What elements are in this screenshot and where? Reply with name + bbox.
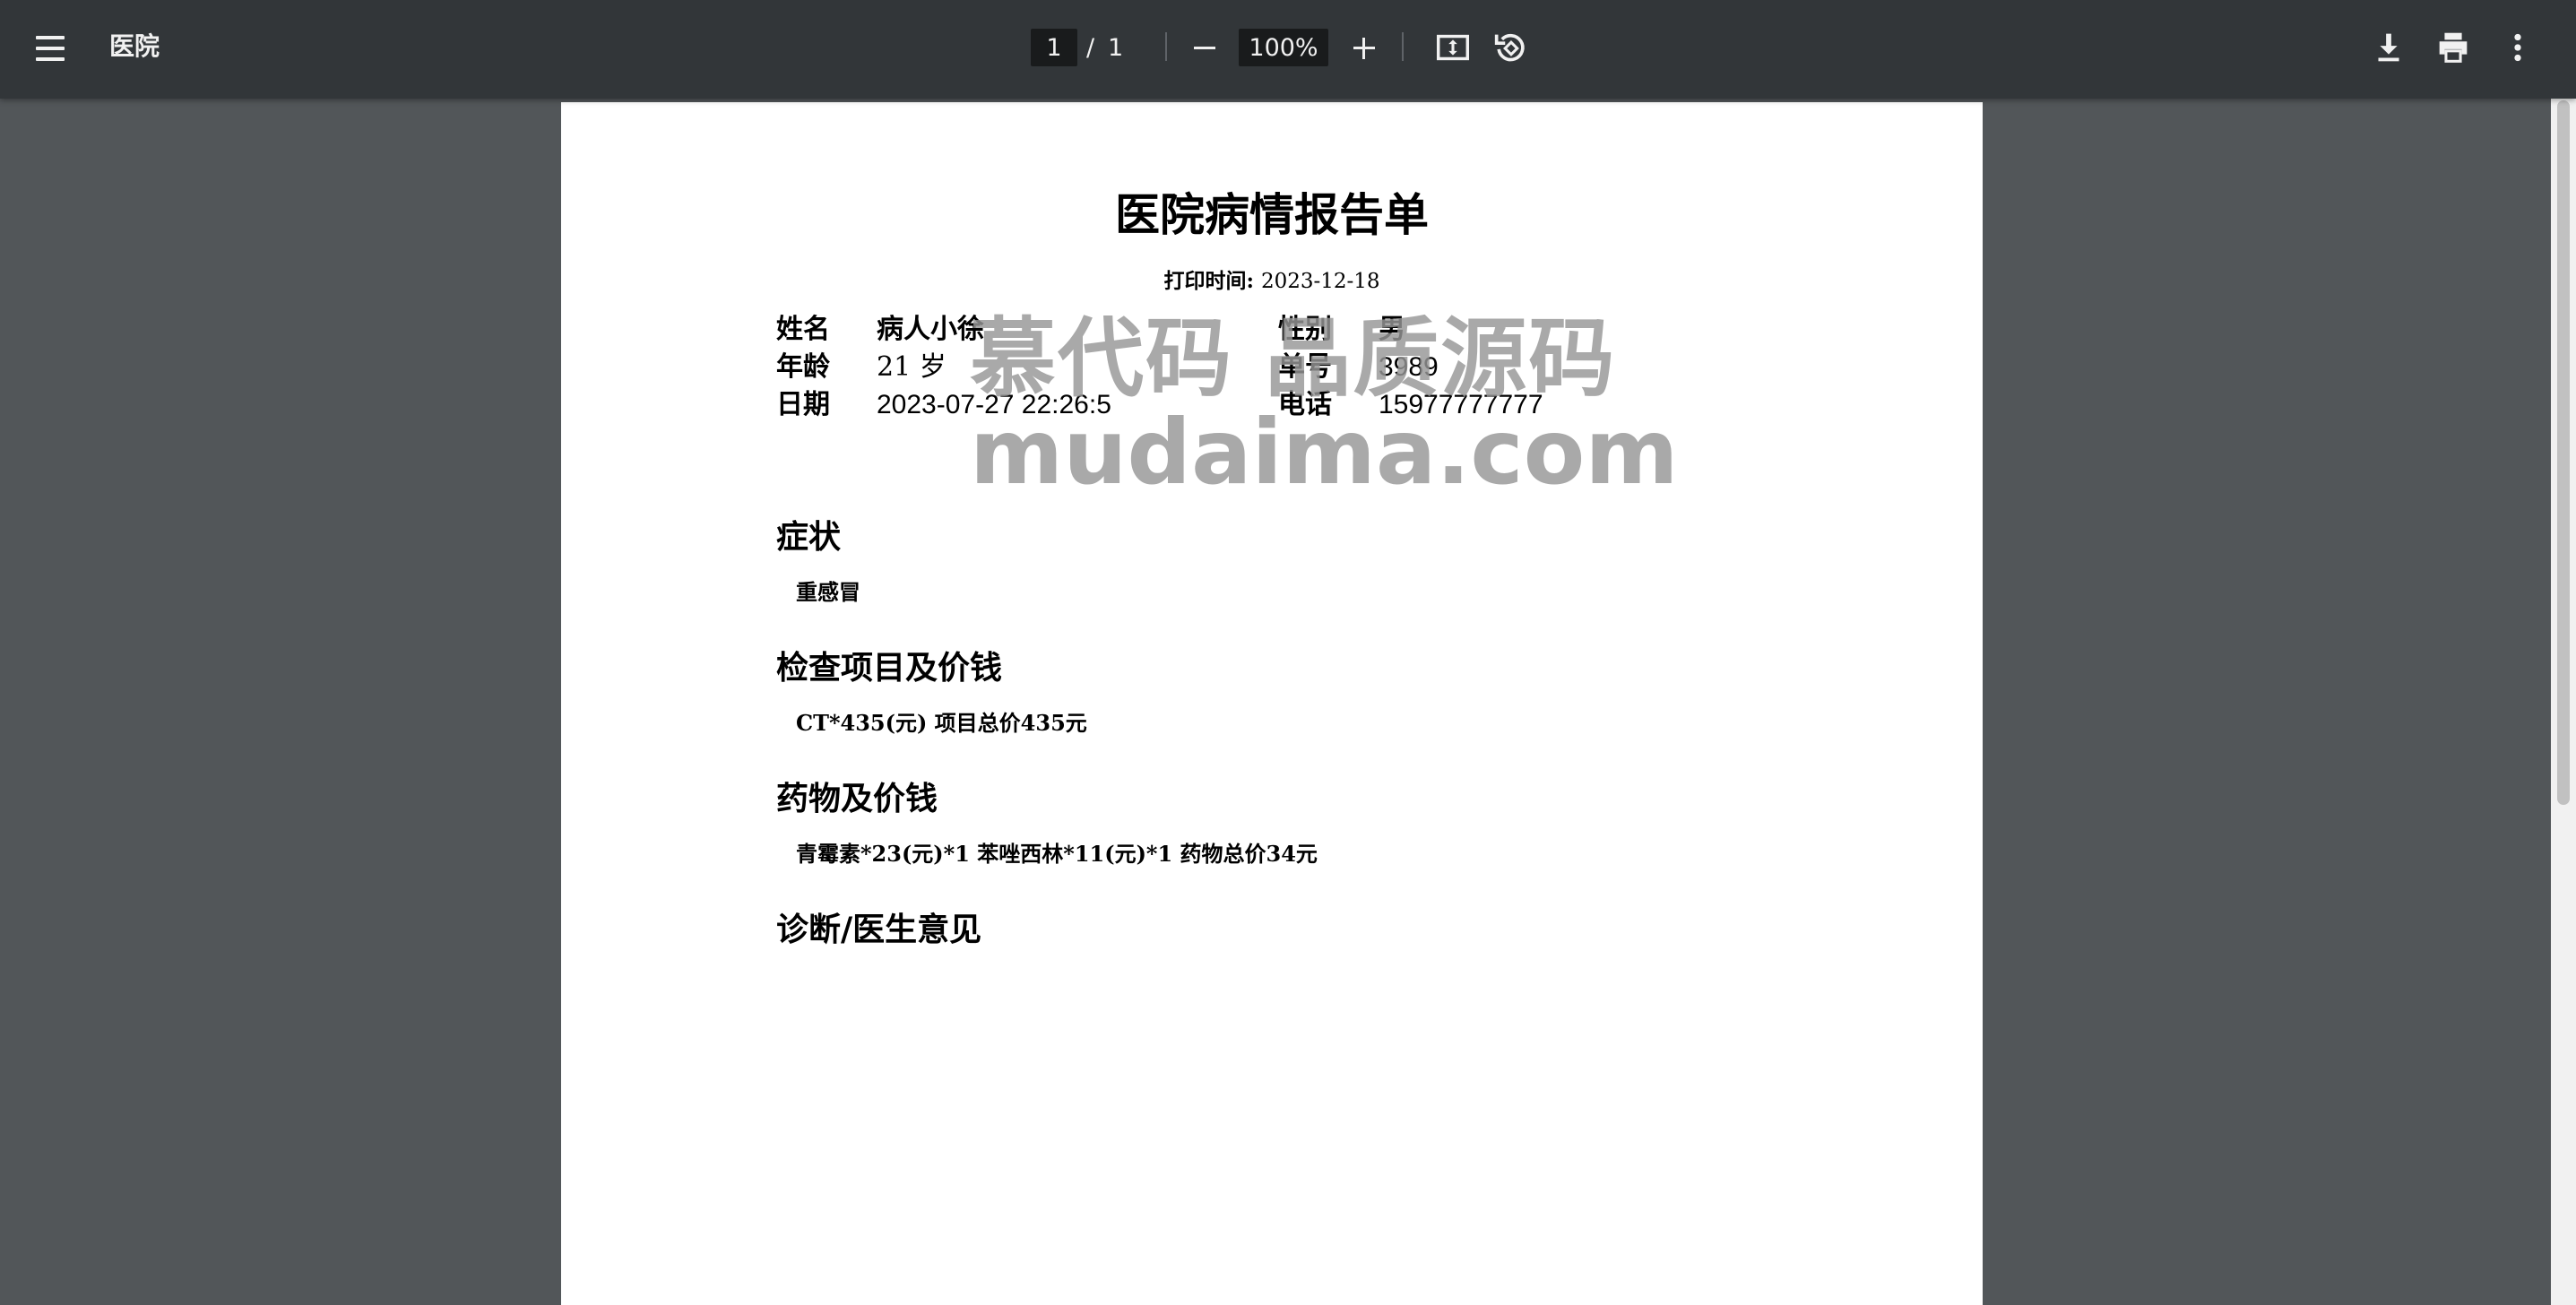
pdf-toolbar: 医院 / 1 [0,0,2576,99]
age-value: 21 岁 [877,351,947,383]
order-label: 单号 [1278,351,1332,383]
phone-label: 电话 [1278,389,1332,420]
print-button[interactable] [2433,27,2474,68]
patient-name-row: 姓名 [776,312,830,348]
exam-items-heading: 检查项目及价钱 [776,649,1003,687]
page-total: 1 [1108,34,1124,62]
symptoms-body: 重感冒 [796,579,860,605]
order-number-row: 单号 [1278,350,1332,385]
patient-name: 病人小徐 [877,312,984,348]
age-label: 年龄 [776,351,830,383]
pdf-page: 医院病情报告单 打印时间: 2023-12-18 姓名 病人小徐 性别 男 年龄… [561,102,1983,1305]
name-label: 姓名 [776,314,830,345]
print-icon [2439,32,2468,63]
diagnosis-heading: 诊断/医生意见 [776,911,982,948]
patient-gender-row: 性别 [1278,312,1332,348]
medicine-heading: 药物及价钱 [776,780,938,817]
zoom-in-button[interactable] [1344,29,1384,68]
print-time: 打印时间: 2023-12-18 [561,264,1983,294]
date: 2023-07-27 22:26:5 [877,387,1111,423]
patient-age: 21 岁 [877,350,947,385]
gender-label: 性别 [1278,314,1332,345]
date-row: 日期 [776,387,830,423]
toolbar-divider [1402,32,1404,61]
medicine-body: 青霉素*23(元)*1 苯唑西林*11(元)*1 药物总价34元 [796,841,1318,867]
scrollbar-thumb[interactable] [2557,100,2570,805]
order-value: 3989 [1379,352,1439,382]
zoom-input[interactable] [1239,29,1328,66]
page-separator: / [1086,34,1095,62]
fit-page-icon [1436,34,1470,61]
report-title: 医院病情报告单 [1115,188,1429,241]
phone: 15977777777 [1379,387,1543,423]
zoom-out-button[interactable] [1185,29,1224,68]
page-number-input[interactable] [1031,29,1077,66]
vertical-scrollbar[interactable] [2551,99,2576,1305]
patient-age-row: 年龄 [776,350,830,385]
menu-icon[interactable] [32,29,72,68]
patient-gender: 男 [1379,312,1405,348]
toolbar-divider [1165,32,1167,61]
gender-value: 男 [1379,314,1405,345]
phone-value: 15977777777 [1379,390,1543,419]
fit-to-page-button[interactable] [1432,27,1474,68]
more-vert-icon [2514,33,2521,62]
symptoms-heading: 症状 [776,518,842,556]
date-value: 2023-07-27 22:26:5 [877,390,1111,419]
print-time-value: 2023-12-18 [1260,270,1380,293]
date-label: 日期 [776,389,830,420]
rotate-button[interactable] [1490,27,1531,68]
phone-row: 电话 [1278,387,1332,423]
order-number: 3989 [1379,350,1439,385]
name-value: 病人小徐 [877,314,984,345]
rotate-icon [1494,33,1525,62]
exam-items-body: CT*435(元) 项目总价435元 [796,710,1087,736]
download-icon [2378,33,2399,62]
download-button[interactable] [2368,27,2409,68]
more-options-button[interactable] [2497,27,2538,68]
print-time-label: 打印时间: [1163,269,1254,293]
document-title: 医院 [109,31,160,61]
